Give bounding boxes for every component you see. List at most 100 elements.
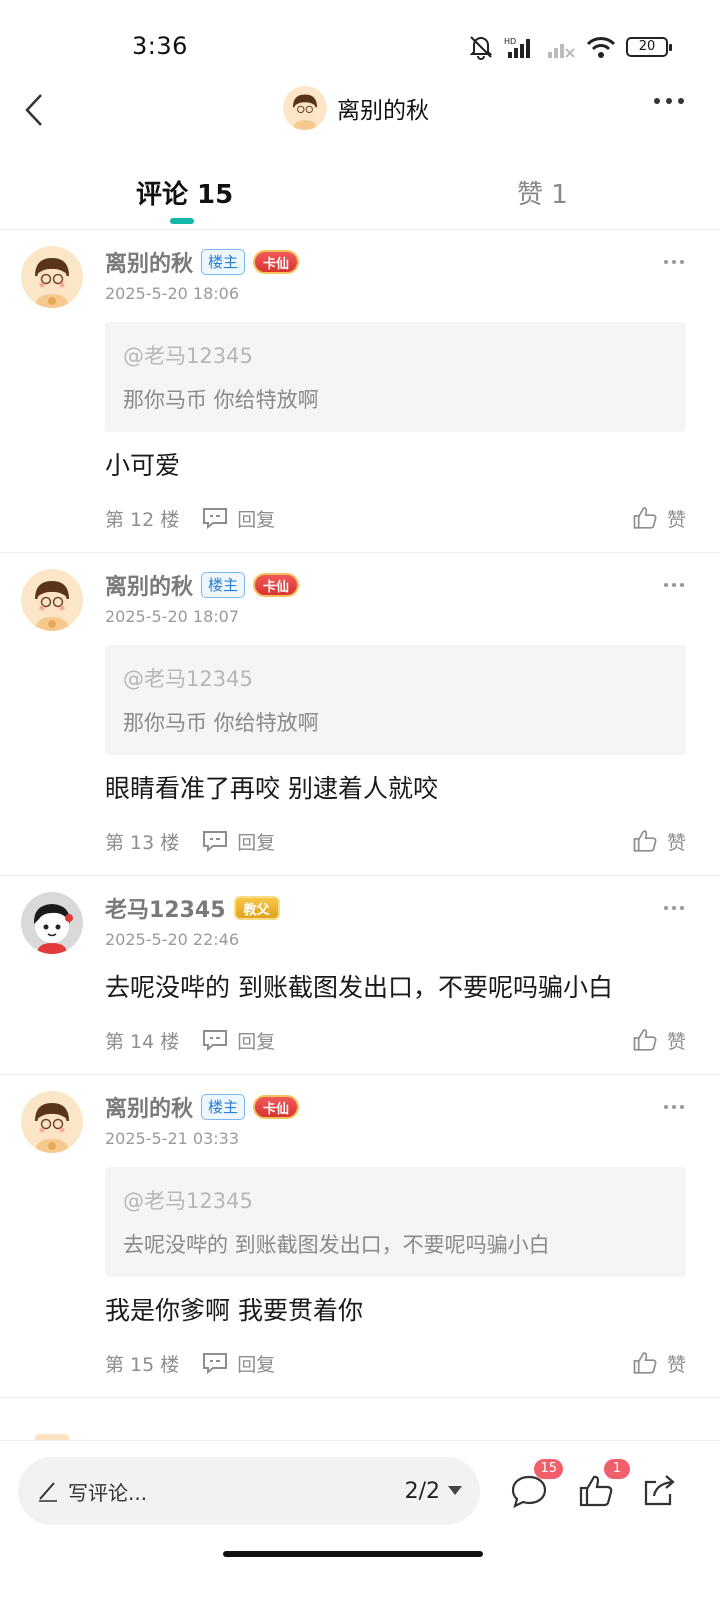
more-menu-button[interactable] [654, 98, 684, 104]
dot-icon [680, 1105, 684, 1109]
comment-username[interactable]: 离别的秋 [105, 1091, 193, 1123]
like-button[interactable]: 赞 [631, 1026, 686, 1054]
level-badge: 教父 [233, 896, 280, 920]
status-icons: HD 20 [468, 34, 672, 60]
page-indicator: 2/2 [404, 1478, 440, 1504]
level-badge: 卡仙 [253, 250, 300, 274]
comment-item[interactable]: 老马12345 教父 2025-5-20 22:46 去呢没哔的 到账截图发出口… [0, 876, 720, 1075]
avatar[interactable] [21, 569, 83, 631]
dot-icon [664, 583, 668, 587]
reply-label: 回复 [237, 1353, 276, 1376]
comment-username[interactable]: 老马12345 [105, 892, 226, 924]
thumbs-up-icon [633, 1352, 657, 1374]
like-label: 赞 [666, 1030, 686, 1053]
status-bar: 3:36 HD 20 [0, 0, 720, 70]
comment-timestamp: 2025-5-21 03:33 [105, 1129, 239, 1148]
dot-icon [672, 583, 676, 587]
tab-comments[interactable]: 评论 15 [136, 174, 233, 211]
comment-list: 离别的秋 楼主 卡仙 2025-5-20 18:06 @老马12345 那你马币… [0, 230, 720, 1398]
like-button[interactable]: 赞 [631, 827, 686, 855]
quote-username[interactable]: @老马12345 [123, 340, 668, 370]
comment-item[interactable]: 离别的秋 楼主 卡仙 2025-5-21 03:33 @老马12345 去呢没哔… [0, 1075, 720, 1398]
level-badge: 卡仙 [253, 1095, 300, 1119]
like-count-badge: 1 [604, 1459, 630, 1479]
floor-number: 第 14 楼 [105, 1030, 180, 1053]
share-icon [644, 1475, 675, 1506]
dot-icon [666, 98, 672, 104]
dot-icon [680, 260, 684, 264]
comment-username[interactable]: 离别的秋 [105, 569, 193, 601]
status-time: 3:36 [132, 32, 188, 60]
comment-item[interactable]: 离别的秋 楼主 卡仙 2025-5-20 18:06 @老马12345 那你马币… [0, 230, 720, 553]
level-badge: 卡仙 [253, 573, 300, 597]
comment-text: 去呢没哔的 到账截图发出口，不要呢吗骗小白 [105, 973, 613, 1002]
dot-icon [672, 906, 676, 910]
comment-count-badge: 15 [534, 1459, 563, 1479]
reply-button[interactable]: 回复 [201, 828, 275, 855]
quoted-comment[interactable]: @老马12345 去呢没哔的 到账截图发出口，不要呢吗骗小白 [105, 1167, 686, 1277]
signal-hd-icon: HD [504, 37, 530, 58]
bottom-bar: 写评论... 2/2 15 1 [0, 1440, 720, 1600]
comment-count-button[interactable]: 15 [509, 1459, 563, 1511]
nav-user[interactable]: 离别的秋 [283, 86, 429, 130]
like-label: 赞 [666, 831, 686, 854]
comment-timestamp: 2025-5-20 18:07 [105, 607, 239, 626]
comment-more-button[interactable] [664, 583, 684, 587]
reply-label: 回复 [237, 508, 276, 531]
like-button[interactable]: 赞 [631, 1349, 686, 1377]
battery-icon: 20 [626, 37, 672, 57]
nav-bar: 离别的秋 [0, 70, 720, 150]
dot-icon [680, 583, 684, 587]
quote-username[interactable]: @老马12345 [123, 663, 668, 693]
dot-icon [654, 98, 660, 104]
reply-bubble-icon [203, 1353, 228, 1375]
thumbs-up-icon [633, 1029, 657, 1051]
dot-icon [664, 1105, 668, 1109]
reply-button[interactable]: 回复 [201, 1350, 275, 1377]
thumbs-up-icon [633, 830, 657, 852]
comment-timestamp: 2025-5-20 18:06 [105, 284, 239, 303]
wifi-icon [586, 37, 616, 58]
comment-item[interactable]: 离别的秋 楼主 卡仙 2025-5-20 18:07 @老马12345 那你马币… [0, 553, 720, 876]
quote-text: 去呢没哔的 到账截图发出口，不要呢吗骗小白 [123, 1233, 550, 1257]
home-indicator[interactable] [223, 1551, 483, 1557]
owner-badge: 楼主 [201, 249, 246, 275]
reply-button[interactable]: 回复 [201, 1027, 275, 1054]
reply-bubble-icon [203, 508, 228, 530]
avatar[interactable] [21, 892, 83, 954]
comment-text: 小可爱 [105, 451, 181, 480]
like-button[interactable]: 赞 [631, 504, 686, 532]
owner-badge: 楼主 [201, 572, 246, 598]
reply-button[interactable]: 回复 [201, 505, 275, 532]
reply-label: 回复 [237, 831, 276, 854]
tab-bar: 评论 15 赞 1 [0, 160, 720, 230]
comment-username[interactable]: 离别的秋 [105, 246, 193, 278]
quote-username[interactable]: @老马12345 [123, 1185, 668, 1215]
floor-number: 第 12 楼 [105, 508, 180, 531]
tab-indicator [170, 218, 194, 224]
reply-bubble-icon [203, 1030, 228, 1052]
page-selector[interactable]: 2/2 [405, 1479, 462, 1504]
dot-icon [680, 906, 684, 910]
avatar[interactable] [21, 1091, 83, 1153]
dot-icon [678, 98, 684, 104]
quoted-comment[interactable]: @老马12345 那你马币 你给特放啊 [105, 322, 686, 432]
floor-number: 第 15 楼 [105, 1353, 180, 1376]
share-button[interactable] [640, 1471, 680, 1511]
like-count-button[interactable]: 1 [576, 1459, 630, 1511]
like-label: 赞 [666, 508, 686, 531]
owner-badge: 楼主 [201, 1094, 246, 1120]
reply-label: 回复 [237, 1030, 276, 1053]
avatar[interactable] [21, 246, 83, 308]
floor-number: 第 13 楼 [105, 831, 180, 854]
signal-weak-icon [548, 44, 575, 58]
back-button[interactable] [14, 88, 54, 132]
comment-more-button[interactable] [664, 906, 684, 910]
comment-more-button[interactable] [664, 260, 684, 264]
quoted-comment[interactable]: @老马12345 那你马币 你给特放啊 [105, 645, 686, 755]
dot-icon [664, 260, 668, 264]
tab-likes[interactable]: 赞 1 [517, 174, 568, 211]
comment-more-button[interactable] [664, 1105, 684, 1109]
avatar[interactable] [283, 86, 327, 130]
write-comment-input[interactable]: 写评论... 2/2 [18, 1457, 480, 1525]
